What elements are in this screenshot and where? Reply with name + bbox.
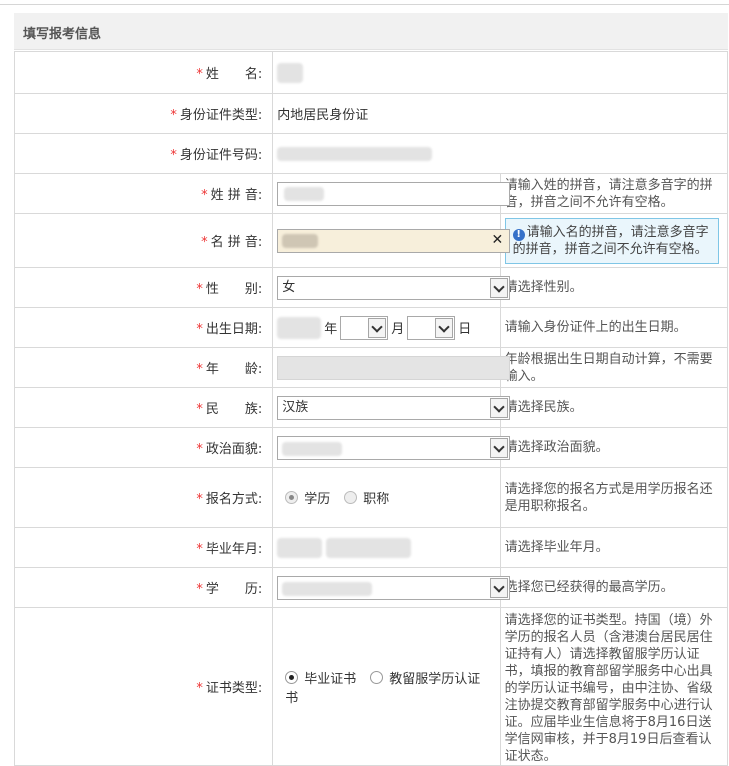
education-select[interactable] — [277, 575, 511, 600]
registration-form: * 姓 名: * 身份证件类型: 内地居民身份证 * 身份证件号码: * 姓 拼 音: … — [13, 51, 729, 766]
row-cert-type: * 证书类型: 毕业证书 教留服学历认证书 请选择您的证书类型。持国（境）外学历的报… — [13, 607, 729, 766]
cert-overseas-radio[interactable] — [370, 670, 384, 684]
grad-date-tip: 请选择毕业年月。 — [499, 527, 729, 568]
row-surname-pinyin: * 姓 拼 音: 请输入姓的拼音，请注意多音字的拼音，拼音之间不允许有空格。 — [13, 173, 729, 214]
cert-diploma-radio[interactable] — [285, 670, 299, 684]
age-tip: 年龄根据出生日期自动计算，不需要输入。 — [499, 347, 729, 388]
chevron-down-icon — [435, 317, 454, 338]
cert-type-tip: 请选择您的证书类型。持国（境）外学历的报名人员（含港澳台居民居住证持有人）请选择… — [499, 607, 729, 766]
apply-mode-label: 报名方式: — [205, 492, 263, 507]
name-value-redacted — [277, 62, 304, 83]
birth-month-select[interactable] — [340, 315, 389, 340]
given-pinyin-input[interactable]: ✕ — [277, 228, 511, 253]
row-id-type: * 身份证件类型: 内地居民身份证 — [13, 93, 728, 134]
age-label: 年 龄: — [205, 362, 263, 377]
month-unit: 月 — [391, 322, 405, 337]
political-label: 政治面貌: — [205, 442, 263, 457]
ethnicity-select[interactable]: 汉族 — [277, 395, 511, 420]
chevron-down-icon — [368, 317, 387, 338]
section-title: 填写报考信息 — [23, 27, 102, 42]
id-number-label: 身份证件号码: — [179, 148, 263, 163]
age-input — [277, 355, 511, 380]
name-value-cell — [272, 51, 728, 94]
name-label: 姓 名: — [205, 67, 263, 82]
row-apply-mode: * 报名方式: 学历 职称 请选择您的报名方式是用学历报名还是用职称报名。 — [13, 467, 729, 528]
grad-date-label: 毕业年月: — [205, 542, 263, 557]
given-pinyin-alert: ! 请输入名的拼音，请注意多音字的拼音，拼音之间不允许有空格。 — [504, 217, 719, 264]
section-header: 填写报考信息 — [14, 13, 728, 50]
birth-label: 出生日期: — [205, 322, 263, 337]
row-birth-date: * 出生日期: 年月日 请输入身份证件上的出生日期。 — [13, 307, 729, 348]
birth-day-select[interactable] — [407, 315, 456, 340]
political-select[interactable] — [277, 435, 511, 460]
education-tip: 选择您已经获得的最高学历。 — [499, 567, 729, 608]
row-given-pinyin: * 名 拼 音: ✕ ! 请输入名的拼音，请注意多音字的拼音，拼音之间不允许有空格。 — [13, 213, 729, 268]
year-unit: 年 — [324, 322, 338, 337]
apply-mode-degree-radio[interactable] — [285, 491, 299, 504]
id-type-label: 身份证件类型: — [179, 108, 263, 123]
chevron-down-icon — [490, 577, 509, 598]
cert-diploma-label: 毕业证书 — [304, 671, 357, 687]
grad-year-select[interactable] — [277, 537, 323, 558]
row-ethnicity: * 民 族: 汉族 请选择民族。 — [13, 387, 729, 428]
cert-type-label: 证书类型: — [205, 681, 263, 696]
row-grad-date: * 毕业年月: 请选择毕业年月。 — [13, 527, 729, 568]
chevron-down-icon — [490, 397, 509, 418]
id-type-value: 内地居民身份证 — [277, 108, 369, 123]
grad-month-select[interactable] — [326, 537, 412, 558]
day-unit: 日 — [458, 322, 472, 337]
row-name: * 姓 名: — [13, 51, 728, 94]
gender-value: 女 — [282, 279, 296, 295]
surname-pinyin-input[interactable] — [277, 181, 511, 206]
political-tip: 请选择政治面貌。 — [499, 427, 729, 468]
surname-pinyin-label: 姓 拼 音: — [210, 188, 263, 203]
apply-mode-tip: 请选择您的报名方式是用学历报名还是用职称报名。 — [499, 467, 729, 528]
chevron-down-icon — [490, 277, 509, 298]
row-age: * 年 龄: 年龄根据出生日期自动计算，不需要输入。 — [13, 347, 729, 388]
apply-mode-degree-label: 学历 — [304, 492, 331, 507]
clear-icon[interactable]: ✕ — [492, 232, 504, 248]
birth-tip: 请输入身份证件上的出生日期。 — [499, 307, 729, 348]
education-label: 学 历: — [205, 582, 263, 597]
ethnicity-value: 汉族 — [282, 399, 309, 415]
row-education: * 学 历: 选择您已经获得的最高学历。 — [13, 567, 729, 608]
apply-mode-title-radio[interactable] — [344, 491, 358, 504]
row-political: * 政治面貌: 请选择政治面貌。 — [13, 427, 729, 468]
gender-label: 性 别: — [205, 282, 263, 297]
gender-select[interactable]: 女 — [277, 275, 511, 300]
info-icon: ! — [512, 228, 525, 241]
given-pinyin-tip: 请输入名的拼音，请注意多音字的拼音，拼音之间不允许有空格。 — [512, 224, 709, 257]
row-gender: * 性 别: 女 请选择性别。 — [13, 267, 729, 308]
label-cell: * 姓 名: — [13, 51, 274, 94]
apply-mode-title-label: 职称 — [363, 492, 390, 507]
gender-tip: 请选择性别。 — [499, 267, 729, 308]
ethnicity-label: 民 族: — [205, 402, 263, 417]
chevron-down-icon — [490, 437, 509, 458]
top-divider — [0, 4, 729, 5]
birth-year-input[interactable] — [277, 316, 322, 339]
row-id-number: * 身份证件号码: — [13, 133, 728, 174]
given-pinyin-label: 名 拼 音: — [210, 235, 263, 250]
surname-pinyin-tip: 请输入姓的拼音，请注意多音字的拼音，拼音之间不允许有空格。 — [499, 173, 729, 214]
ethnicity-tip: 请选择民族。 — [499, 387, 729, 428]
id-number-redacted — [277, 146, 433, 161]
